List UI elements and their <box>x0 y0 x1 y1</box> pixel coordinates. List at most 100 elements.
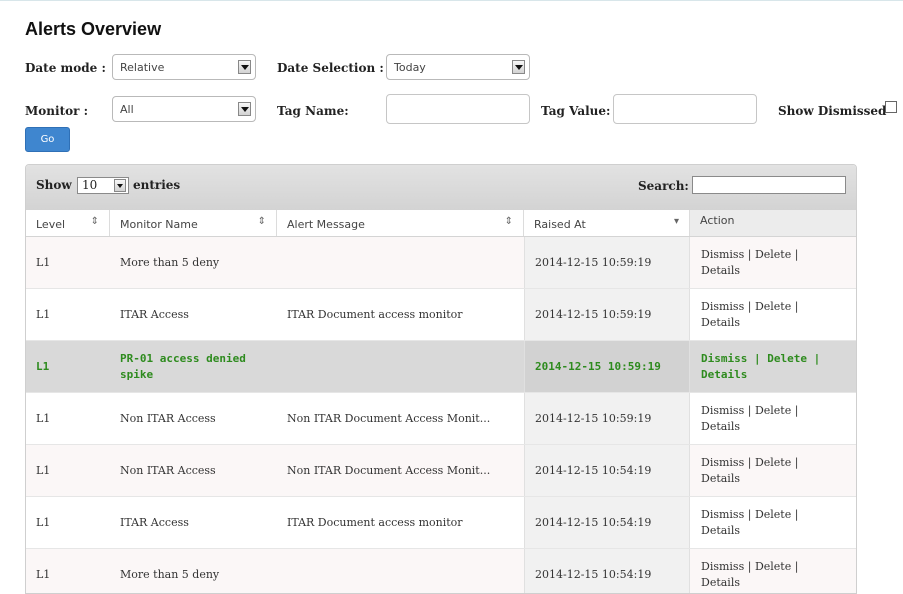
chevron-down-icon[interactable] <box>512 60 525 74</box>
monitor-name-text: ITAR Access <box>120 307 189 321</box>
sort-icon[interactable]: ⇕ <box>91 216 99 227</box>
dismiss-link[interactable]: Dismiss <box>701 248 744 261</box>
table-row[interactable]: L1 ITAR Access ITAR Document access monito… <box>26 497 856 549</box>
cell-action: Dismiss | Delete | Details <box>690 549 856 593</box>
date-selection-label: Date Selection : <box>277 61 384 75</box>
dismiss-link[interactable]: Dismiss <box>701 404 744 417</box>
raised-at-text: 2014-12-15 10:59:19 <box>535 359 661 373</box>
action-links: Dismiss | Delete | Details <box>701 299 836 331</box>
tag-name-input[interactable] <box>386 94 530 124</box>
action-separator: | <box>806 351 821 365</box>
date-selection-select[interactable]: Today <box>386 54 530 80</box>
show-label: Show <box>36 178 72 192</box>
monitor-value: All <box>120 103 134 116</box>
date-selection-value: Today <box>394 61 426 74</box>
details-link[interactable]: Details <box>701 524 740 537</box>
cell-level: L1 <box>26 393 110 444</box>
search-input[interactable] <box>692 176 846 194</box>
cell-alert-message <box>277 549 524 593</box>
cell-raised-at: 2014-12-15 10:59:19 <box>524 341 690 392</box>
cell-action: Dismiss | Delete | Details <box>690 289 856 340</box>
delete-link[interactable]: Delete <box>755 456 791 469</box>
table-row[interactable]: L1 ITAR Access ITAR Document access monito… <box>26 289 856 341</box>
chevron-down-icon[interactable] <box>114 179 126 192</box>
cell-alert-message: ITAR Document access monitor <box>277 289 524 340</box>
table-row[interactable]: L1 More than 5 deny 2014-12-15 10:59:19 Dis… <box>26 237 856 289</box>
column-header-label: Alert Message <box>287 218 365 231</box>
monitor-select[interactable]: All <box>112 96 256 122</box>
delete-link[interactable]: Delete <box>755 300 791 313</box>
action-separator: | <box>744 299 755 313</box>
cell-action: Dismiss | Delete | Details <box>690 445 856 496</box>
table-row[interactable]: L1 More than 5 deny 2014-12-15 10:54:19 Dis… <box>26 549 856 593</box>
dismiss-link[interactable]: Dismiss <box>701 508 744 521</box>
dismiss-link[interactable]: Dismiss <box>701 456 744 469</box>
cell-monitor-name: Non ITAR Access <box>110 445 277 496</box>
details-link[interactable]: Details <box>701 576 740 589</box>
cell-monitor-name: ITAR Access <box>110 289 277 340</box>
action-links: Dismiss | Delete | Details <box>701 247 836 279</box>
sort-icon[interactable]: ⇕ <box>258 216 266 227</box>
sort-icon[interactable]: ⇕ <box>505 216 513 227</box>
level-text: L1 <box>36 515 51 529</box>
delete-link[interactable]: Delete <box>767 352 807 365</box>
raised-at-text: 2014-12-15 10:59:19 <box>535 411 652 425</box>
details-link[interactable]: Details <box>701 420 740 433</box>
dismiss-link[interactable]: Dismiss <box>701 352 747 365</box>
column-header-raised-at[interactable]: Raised At ▾ <box>524 210 690 236</box>
chevron-down-icon[interactable] <box>238 60 251 74</box>
action-separator: | <box>791 247 799 261</box>
cell-alert-message: Non ITAR Document Access Monit... <box>277 393 524 444</box>
monitor-name-text: Non ITAR Access <box>120 411 216 425</box>
dismiss-link[interactable]: Dismiss <box>701 300 744 313</box>
alert-message-text: ITAR Document access monitor <box>287 307 463 321</box>
alert-message-text: Non ITAR Document Access Monit... <box>287 463 491 477</box>
top-divider <box>0 0 903 1</box>
go-button[interactable]: Go <box>25 127 70 152</box>
cell-raised-at: 2014-12-15 10:59:19 <box>524 393 690 444</box>
column-header-label: Monitor Name <box>120 218 198 231</box>
entries-per-page-select[interactable]: 10 <box>77 177 129 194</box>
dismiss-link[interactable]: Dismiss <box>701 560 744 573</box>
table-row[interactable]: L1 Non ITAR Access Non ITAR Document Acces… <box>26 445 856 497</box>
action-separator: | <box>791 455 799 469</box>
cell-level: L1 <box>26 289 110 340</box>
tag-value-input[interactable] <box>613 94 757 124</box>
cell-alert-message: ITAR Document access monitor <box>277 497 524 548</box>
details-link[interactable]: Details <box>701 264 740 277</box>
details-link[interactable]: Details <box>701 472 740 485</box>
delete-link[interactable]: Delete <box>755 560 791 573</box>
raised-at-text: 2014-12-15 10:59:19 <box>535 307 652 321</box>
show-dismissed-label: Show Dismissed <box>778 104 887 118</box>
show-dismissed-checkbox[interactable] <box>885 101 897 113</box>
table-row[interactable]: L1 Non ITAR Access Non ITAR Document Acces… <box>26 393 856 445</box>
chevron-down-icon[interactable] <box>238 102 251 116</box>
alerts-table: Show 10 entries Search: Level ⇕ Monitor … <box>25 164 857 594</box>
column-header-monitor-name[interactable]: Monitor Name ⇕ <box>110 210 277 236</box>
table-toolbar: Show 10 entries Search: <box>26 165 856 210</box>
cell-raised-at: 2014-12-15 10:54:19 <box>524 445 690 496</box>
level-text: L1 <box>36 567 51 581</box>
details-link[interactable]: Details <box>701 368 747 381</box>
delete-link[interactable]: Delete <box>755 508 791 521</box>
details-link[interactable]: Details <box>701 316 740 329</box>
action-separator: | <box>744 507 755 521</box>
column-header-action: Action <box>690 210 856 236</box>
action-separator: | <box>747 351 768 365</box>
action-links: Dismiss | Delete | Details <box>701 403 836 435</box>
delete-link[interactable]: Delete <box>755 248 791 261</box>
monitor-name-text: PR-01 access denied spike <box>120 351 246 381</box>
entries-count: 10 <box>82 178 98 192</box>
action-links: Dismiss | Delete | Details <box>701 559 836 591</box>
date-mode-select[interactable]: Relative <box>112 54 256 80</box>
cell-level: L1 <box>26 445 110 496</box>
action-separator: | <box>791 299 799 313</box>
raised-at-text: 2014-12-15 10:54:19 <box>535 515 652 529</box>
delete-link[interactable]: Delete <box>755 404 791 417</box>
sort-desc-icon[interactable]: ▾ <box>674 216 679 227</box>
cell-monitor-name: Non ITAR Access <box>110 393 277 444</box>
column-header-level[interactable]: Level ⇕ <box>26 210 110 236</box>
column-header-alert-message[interactable]: Alert Message ⇕ <box>277 210 524 236</box>
level-text: L1 <box>36 411 51 425</box>
table-row[interactable]: L1 PR-01 access denied spike 2014-12-15 10… <box>26 341 856 393</box>
